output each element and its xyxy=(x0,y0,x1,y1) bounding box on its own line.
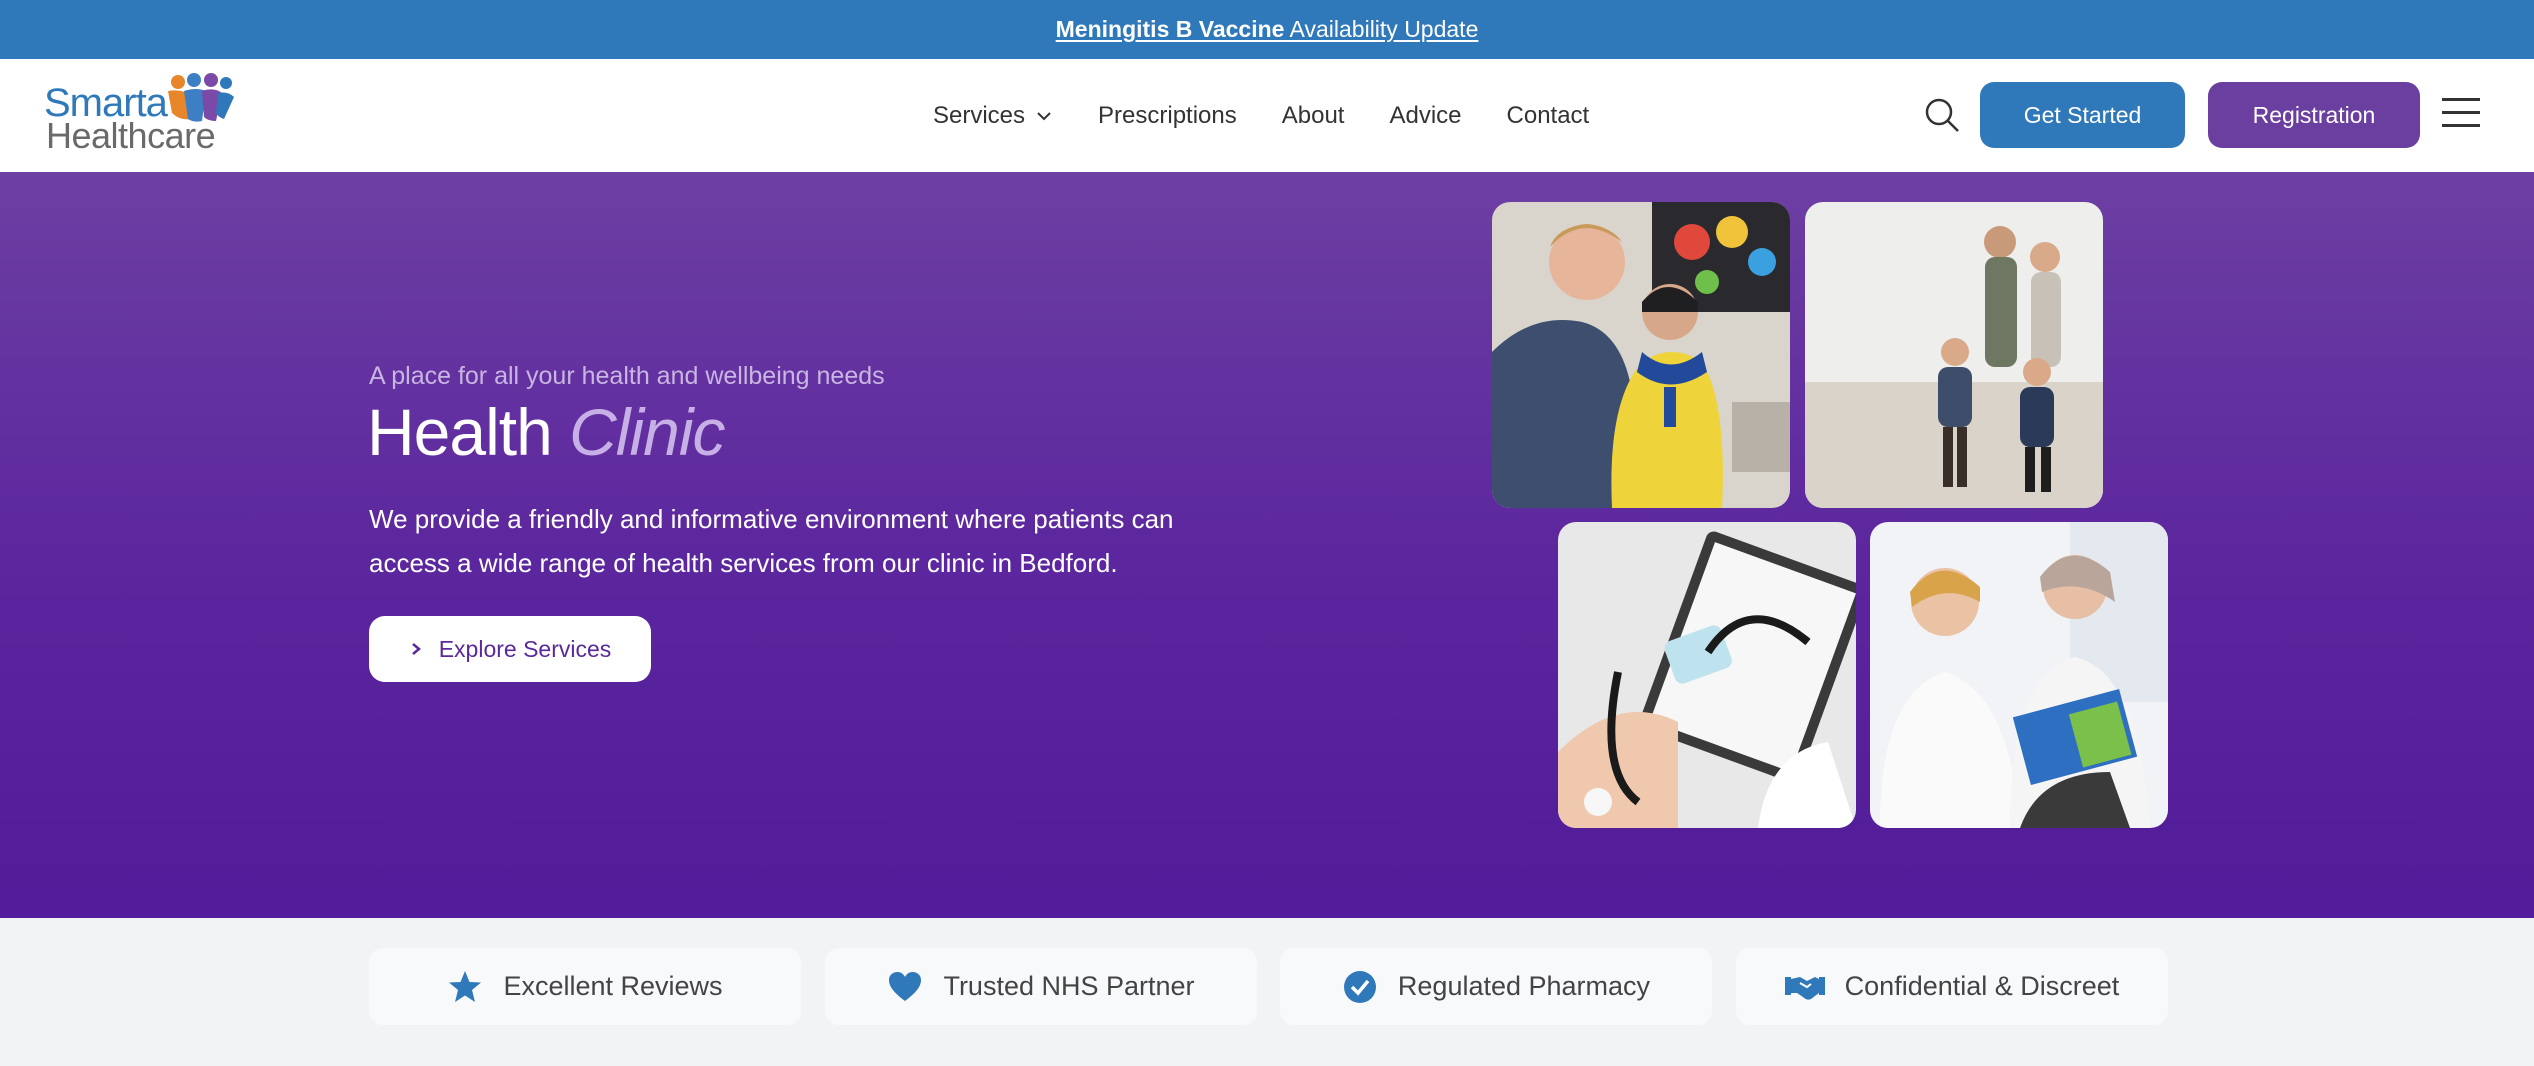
heart-icon xyxy=(889,971,922,1001)
search-icon xyxy=(1925,98,1959,132)
trust-strip: Excellent Reviews Trusted NHS Partner Re… xyxy=(0,918,2534,1066)
announcement-bar: Meningitis B Vaccine Availability Update xyxy=(0,0,2534,59)
search-button[interactable] xyxy=(1922,95,1962,135)
nav-prescriptions[interactable]: Prescriptions xyxy=(1098,102,1237,130)
explore-services-label: Explore Services xyxy=(438,635,612,662)
explore-services-button[interactable]: Explore Services xyxy=(369,616,651,682)
hero-tagline: A place for all your health and wellbein… xyxy=(369,362,885,390)
nav-services[interactable]: Services xyxy=(933,102,1053,130)
trust-label-confidential: Confidential & Discreet xyxy=(1844,971,2120,1001)
registration-button[interactable]: Registration xyxy=(2208,82,2420,148)
photo-family-beach xyxy=(1805,202,2103,508)
hero-title: Health Clinic xyxy=(367,394,725,470)
chevron-down-icon xyxy=(1037,111,1051,120)
nav-services-label: Services xyxy=(933,101,1026,129)
check-circle-icon xyxy=(1343,970,1376,1003)
hero-description: We provide a friendly and informative en… xyxy=(369,504,1174,578)
nav-contact-label: Contact xyxy=(1506,101,1590,129)
hero-section: A place for all your health and wellbein… xyxy=(0,172,2534,918)
photo-pharmacist-consultation xyxy=(1492,202,1790,508)
photo-nurse-leaflet xyxy=(1870,522,2168,828)
star-icon xyxy=(449,970,482,1002)
logo[interactable]: Smarta Healthcare xyxy=(44,71,234,159)
trust-badge-confidential: Confidential & Discreet xyxy=(1736,948,2168,1025)
trust-label-reviews: Excellent Reviews xyxy=(503,971,723,1001)
site-header: Smarta Healthcare Services Prescriptions… xyxy=(0,59,2534,172)
main-nav: Services Prescriptions About Advice Cont… xyxy=(933,59,1589,172)
announcement-link[interactable]: Meningitis B Vaccine Availability Update xyxy=(1056,16,1479,43)
nav-contact[interactable]: Contact xyxy=(1507,102,1590,130)
trust-badge-reviews: Excellent Reviews xyxy=(369,948,801,1025)
trust-badge-pharmacy: Regulated Pharmacy xyxy=(1280,948,1712,1025)
logo-text-healthcare: Healthcare xyxy=(46,115,216,156)
trust-label-pharmacy: Regulated Pharmacy xyxy=(1397,971,1651,1001)
nav-prescriptions-label: Prescriptions xyxy=(1098,101,1237,129)
hamburger-icon xyxy=(2442,98,2480,127)
nav-about[interactable]: About xyxy=(1282,102,1345,130)
menu-button[interactable] xyxy=(2442,95,2480,131)
nav-advice-label: Advice xyxy=(1389,101,1462,129)
get-started-button[interactable]: Get Started xyxy=(1980,82,2185,148)
trust-label-nhs: Trusted NHS Partner xyxy=(943,971,1195,1001)
trust-badge-nhs: Trusted NHS Partner xyxy=(825,948,1257,1025)
hero-title-accent: Clinic xyxy=(569,395,725,469)
nav-about-label: About xyxy=(1281,101,1345,129)
photo-blood-pressure-check xyxy=(1558,522,1856,828)
hero-title-main: Health xyxy=(367,395,553,469)
chevron-right-icon xyxy=(411,643,421,655)
nav-advice[interactable]: Advice xyxy=(1389,102,1461,130)
handshake-icon xyxy=(1784,976,1825,1000)
